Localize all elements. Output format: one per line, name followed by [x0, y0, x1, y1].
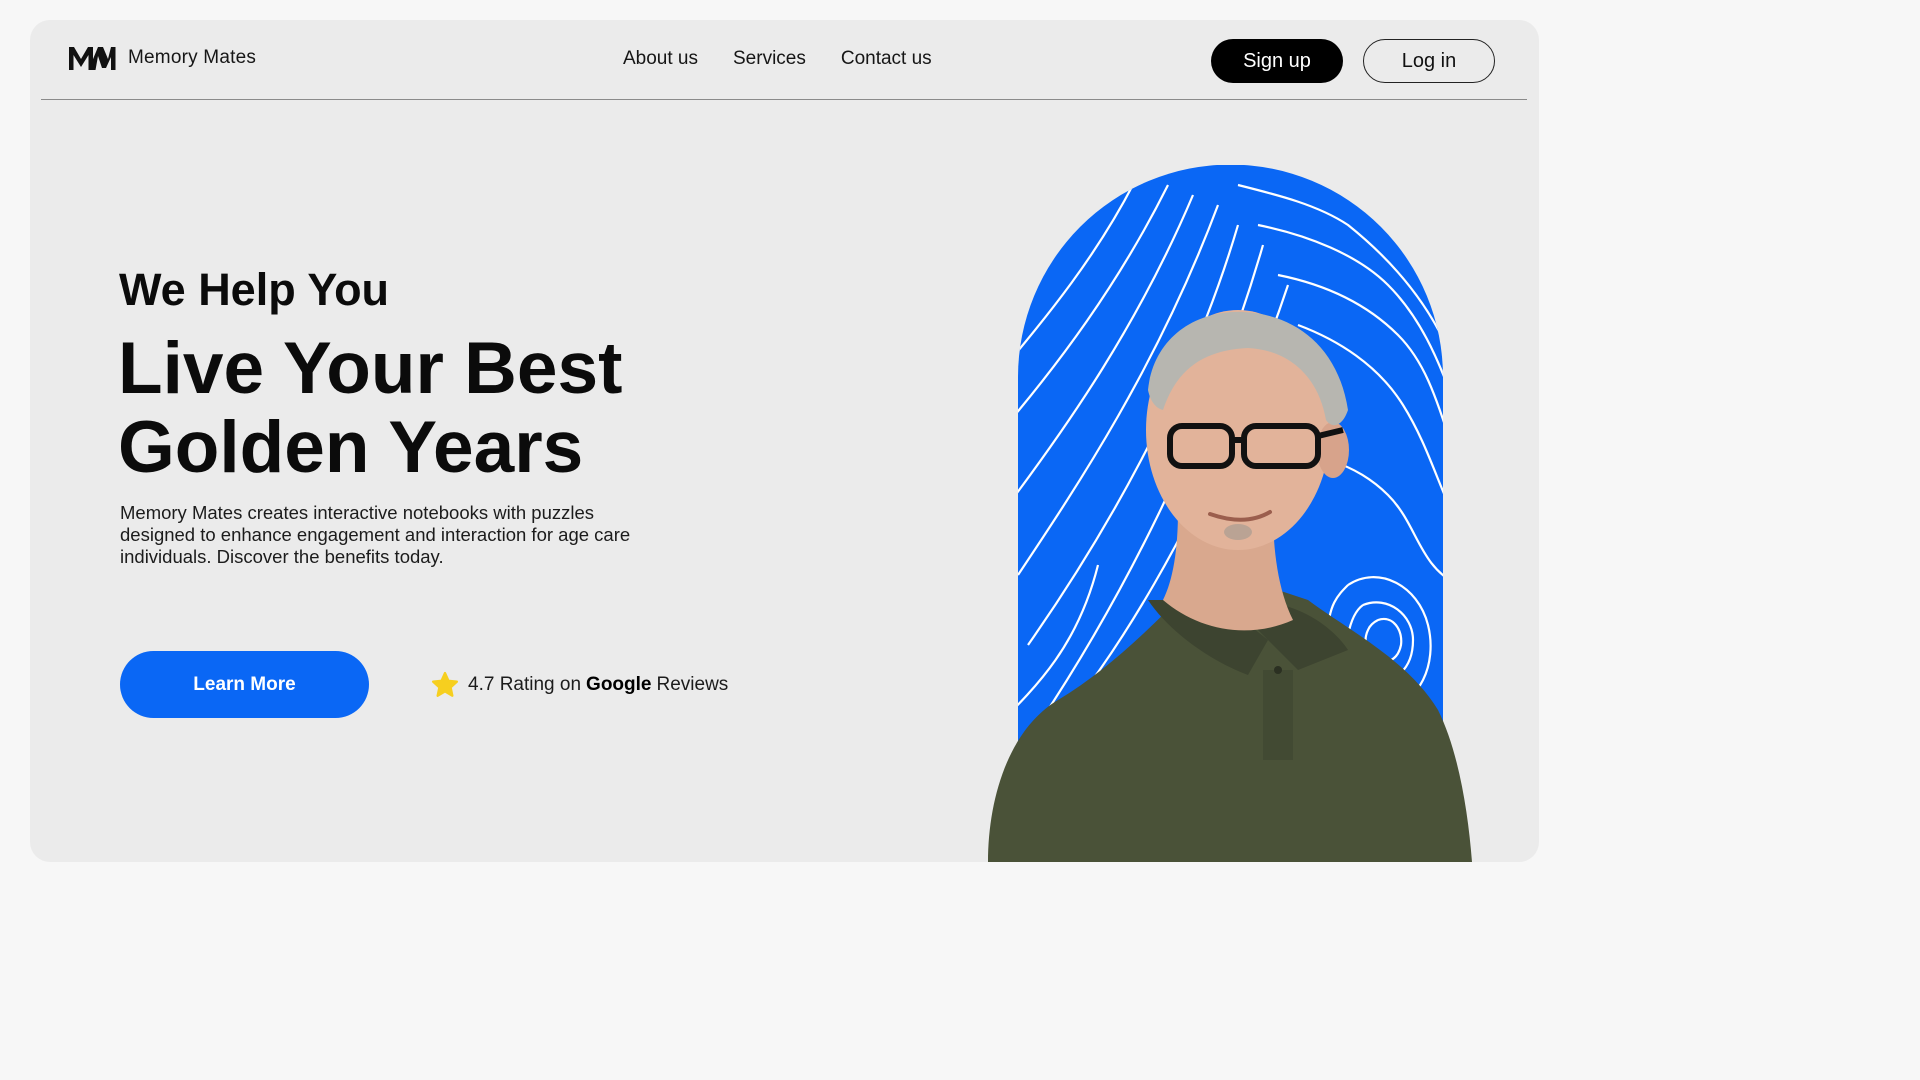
smiling-man-photo — [988, 310, 1472, 862]
google-rating: 4.7 Rating on Google Reviews — [431, 670, 728, 700]
main-nav: About us Services Contact us — [623, 48, 967, 70]
rating-score: 4.7 — [468, 674, 495, 695]
rating-suffix: Reviews — [656, 674, 729, 695]
nav-contact-us[interactable]: Contact us — [841, 48, 932, 70]
hero-description: Memory Mates creates interactive noteboo… — [120, 502, 631, 567]
top-navigation-bar: Memory Mates About us Services Contact u… — [41, 20, 1527, 100]
log-in-button[interactable]: Log in — [1363, 39, 1495, 83]
star-icon — [431, 671, 459, 697]
page-frame: Memory Mates About us Services Contact u… — [30, 20, 1539, 862]
rating-label: Rating on — [499, 674, 582, 695]
learn-more-button[interactable]: Learn More — [120, 651, 369, 718]
sign-up-button[interactable]: Sign up — [1211, 39, 1343, 83]
brand-name: Memory Mates — [128, 47, 257, 68]
brand[interactable]: Memory Mates — [67, 44, 256, 72]
nav-about-us[interactable]: About us — [623, 48, 698, 70]
hero-headline: Live Your Best Golden Years — [118, 328, 623, 488]
rating-source: Google — [586, 674, 652, 695]
memory-mates-logo — [69, 47, 116, 70]
nav-services[interactable]: Services — [733, 48, 806, 70]
hero-eyebrow: We Help You — [119, 264, 390, 315]
